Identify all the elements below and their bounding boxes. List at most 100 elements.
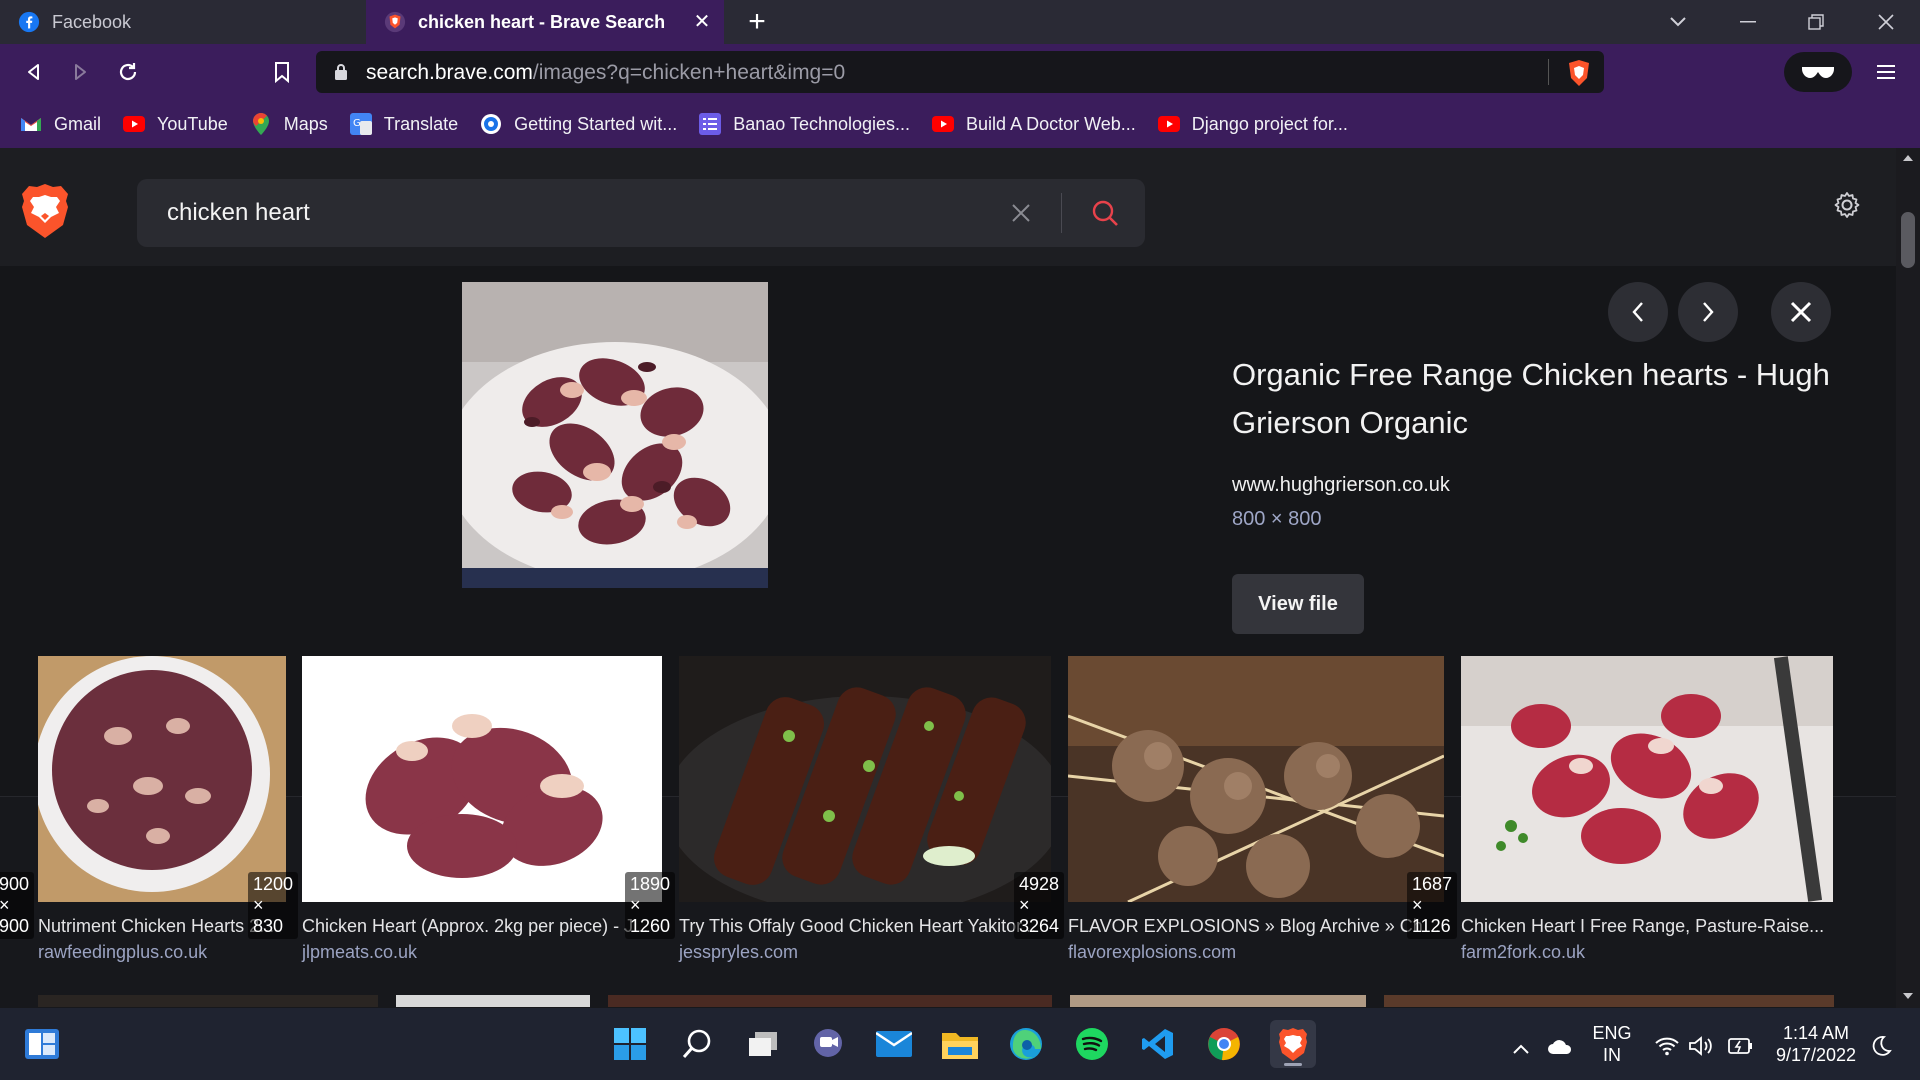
result-thumbnail-partial[interactable] xyxy=(1070,995,1366,1007)
search-input[interactable]: chicken heart xyxy=(167,199,310,227)
tab-brave-search[interactable]: chicken heart - Brave Search ✕ xyxy=(366,0,724,44)
bookmark-youtube[interactable]: YouTube xyxy=(123,113,228,135)
result-thumbnail-partial[interactable] xyxy=(608,995,1052,1007)
spotify-button[interactable] xyxy=(1072,1024,1112,1064)
result-title[interactable]: Try This Offaly Good Chicken Heart Yakit… xyxy=(679,916,1051,937)
private-profile-button[interactable] xyxy=(1784,52,1852,92)
minimize-button[interactable] xyxy=(1718,0,1778,44)
result-thumbnail-partial[interactable] xyxy=(38,995,378,1007)
result-dimensions: 900 × 900 xyxy=(0,872,34,939)
back-arrow-icon xyxy=(28,64,39,80)
onedrive-cloud-icon[interactable] xyxy=(1547,1039,1573,1055)
widgets-icon xyxy=(25,1029,59,1059)
lock-icon[interactable] xyxy=(334,63,348,81)
search-box[interactable]: chicken heart xyxy=(137,179,1145,247)
result-thumbnail-partial[interactable] xyxy=(396,995,590,1007)
forward-button[interactable] xyxy=(62,54,98,90)
file-explorer-button[interactable] xyxy=(940,1024,980,1064)
close-preview-button[interactable] xyxy=(1771,282,1831,342)
result-title[interactable]: Chicken Heart (Approx. 2kg per piece) - … xyxy=(302,916,664,937)
search-header: chicken heart xyxy=(0,148,1896,266)
restore-button[interactable] xyxy=(1786,0,1846,44)
reload-button[interactable] xyxy=(110,54,146,90)
preview-image[interactable] xyxy=(462,282,768,588)
brave-shields-icon[interactable] xyxy=(1566,59,1592,87)
edge-button[interactable] xyxy=(1006,1024,1046,1064)
close-icon xyxy=(1790,301,1812,323)
vscode-button[interactable] xyxy=(1138,1024,1178,1064)
bookmark-maps[interactable]: Maps xyxy=(250,113,328,135)
next-image-button[interactable] xyxy=(1678,282,1738,342)
chat-icon xyxy=(814,1029,842,1057)
bookmark-gmail[interactable]: Gmail xyxy=(20,113,101,135)
result-source[interactable]: farm2fork.co.uk xyxy=(1461,942,1585,963)
bookmark-label: Build A Doctor Web... xyxy=(966,113,1136,134)
view-file-button[interactable]: View file xyxy=(1232,574,1364,634)
youtube-icon xyxy=(1157,113,1180,135)
result-thumbnail-partial[interactable] xyxy=(1384,995,1834,1007)
preview-domain[interactable]: www.hughgrierson.co.uk xyxy=(1232,474,1450,497)
wifi-icon[interactable] xyxy=(1655,1036,1679,1056)
result-thumbnail[interactable] xyxy=(1068,656,1444,902)
scrollbar-thumb[interactable] xyxy=(1901,212,1915,268)
language-indicator[interactable]: ENG IN xyxy=(1590,1022,1634,1066)
brave-logo-icon[interactable] xyxy=(20,183,70,239)
start-button[interactable] xyxy=(610,1024,650,1064)
tab-facebook[interactable]: Facebook xyxy=(0,0,362,44)
taskbar-search-button[interactable] xyxy=(677,1024,717,1064)
page-scrollbar[interactable] xyxy=(1896,148,1920,1008)
bookmark-django[interactable]: Django project for... xyxy=(1157,113,1348,135)
result-thumbnail[interactable] xyxy=(38,656,286,902)
search-button[interactable] xyxy=(1087,195,1123,231)
tab-search-chevron-down-icon[interactable] xyxy=(1648,0,1708,44)
task-view-button[interactable] xyxy=(743,1024,783,1064)
url-path: /images?q=chicken+heart&img=0 xyxy=(532,61,846,84)
scroll-down-arrow-icon[interactable] xyxy=(1902,992,1914,1000)
result-thumbnail[interactable] xyxy=(679,656,1051,902)
clock[interactable]: 1:14 AM 9/17/2022 xyxy=(1768,1022,1864,1066)
back-button[interactable] xyxy=(16,54,52,90)
clear-search-button[interactable] xyxy=(1005,197,1037,229)
result-source[interactable]: jlpmeats.co.uk xyxy=(302,942,417,963)
close-window-button[interactable] xyxy=(1856,0,1916,44)
tab-title: Facebook xyxy=(52,11,132,32)
bookmark-translate[interactable]: G Translate xyxy=(349,113,458,135)
result-title[interactable]: FLAVOR EXPLOSIONS » Blog Archive » Chic.… xyxy=(1068,916,1444,937)
bookmark-build-doctor[interactable]: Build A Doctor Web... xyxy=(932,113,1136,135)
bookmark-label: Banao Technologies... xyxy=(733,113,911,134)
result-title[interactable]: Chicken Heart I Free Range, Pasture-Rais… xyxy=(1461,916,1835,937)
volume-icon[interactable] xyxy=(1688,1036,1714,1056)
widgets-button[interactable] xyxy=(22,1024,62,1064)
close-tab-button[interactable]: ✕ xyxy=(690,10,714,34)
main-menu-button[interactable] xyxy=(1868,54,1904,90)
chevron-up-icon[interactable] xyxy=(1512,1044,1530,1054)
chrome-icon xyxy=(1208,1028,1240,1061)
bookmark-button[interactable] xyxy=(264,54,300,90)
url-text[interactable]: search.brave.com/images?q=chicken+heart&… xyxy=(366,61,845,85)
date-label: 9/17/2022 xyxy=(1775,1045,1857,1065)
battery-icon[interactable] xyxy=(1725,1036,1753,1056)
result-source[interactable]: flavorexplosions.com xyxy=(1068,942,1236,963)
chrome-button[interactable] xyxy=(1204,1024,1244,1064)
result-dimensions: 4928 × 3264 xyxy=(1013,872,1064,939)
bookmark-getting-started[interactable]: Getting Started wit... xyxy=(480,113,677,135)
teams-chat-button[interactable] xyxy=(808,1024,848,1064)
brave-taskbar-button[interactable] xyxy=(1270,1020,1316,1068)
translate-icon: G xyxy=(349,113,372,135)
close-icon xyxy=(1012,204,1030,222)
brave-shield-icon xyxy=(384,11,406,33)
result-thumbnail[interactable] xyxy=(302,656,662,902)
new-tab-button[interactable]: + xyxy=(742,7,772,37)
preview-title[interactable]: Organic Free Range Chicken hearts - Hugh… xyxy=(1232,351,1832,447)
result-source[interactable]: rawfeedingplus.co.uk xyxy=(38,942,207,963)
address-bar[interactable]: search.brave.com/images?q=chicken+heart&… xyxy=(316,51,1604,93)
scroll-up-arrow-icon[interactable] xyxy=(1902,154,1914,162)
gear-icon[interactable] xyxy=(1832,190,1862,220)
notifications-moon-icon[interactable] xyxy=(1870,1035,1892,1057)
result-source[interactable]: jesspryles.com xyxy=(679,942,798,963)
mail-button[interactable] xyxy=(874,1024,914,1064)
previous-image-button[interactable] xyxy=(1608,282,1668,342)
bookmark-banao[interactable]: Banao Technologies... xyxy=(699,113,910,135)
mail-icon xyxy=(876,1031,912,1057)
result-thumbnail[interactable] xyxy=(1461,656,1833,902)
